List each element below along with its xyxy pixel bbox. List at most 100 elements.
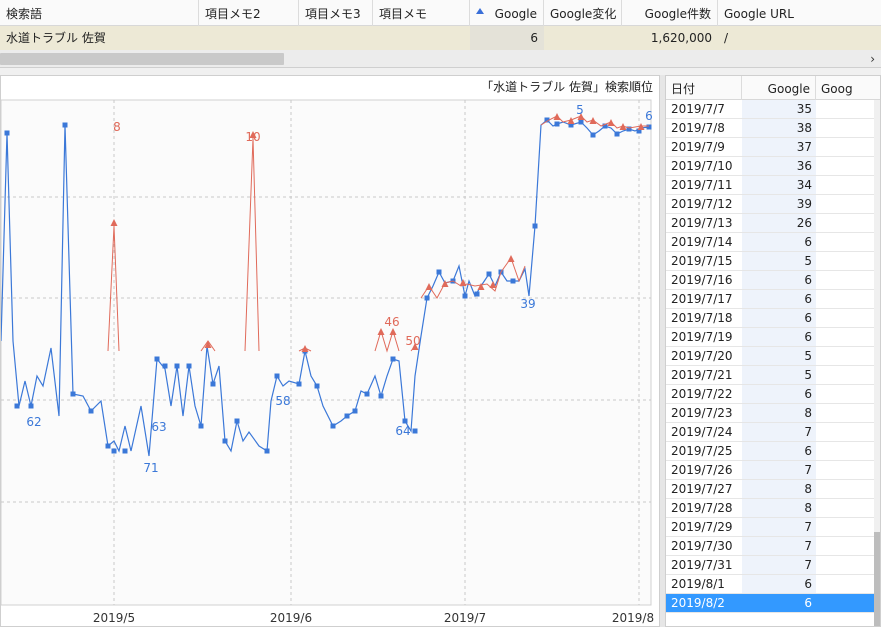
table-row[interactable]: 2019/7/7 35 — [666, 100, 880, 119]
data-point-google — [105, 443, 111, 449]
data-point-google — [222, 438, 228, 444]
table-row[interactable]: 2019/7/24 7 — [666, 423, 880, 442]
data-point-google — [4, 130, 10, 136]
rank-cell: 7 — [742, 518, 816, 536]
date-cell: 2019/7/11 — [671, 178, 733, 192]
rank-chart-panel: 2019/5 2019/6 2019/7 2019/8 62 63 71 58 64 39 5 6 8 1… — [0, 75, 660, 627]
rank-cell: 35 — [742, 100, 816, 118]
table-row[interactable]: 2019/8/2 6 — [666, 594, 880, 613]
date-cell: 2019/7/13 — [671, 216, 733, 230]
plot-area — [1, 99, 652, 606]
data-point-google — [352, 408, 358, 414]
data-label-red: 10 — [245, 130, 260, 144]
data-point-google — [424, 295, 430, 301]
table-row[interactable]: 2019/7/25 6 — [666, 442, 880, 461]
google-rank-cell: 6 — [470, 26, 544, 50]
date-cell: 2019/7/22 — [671, 387, 733, 401]
table-row[interactable]: 2019/7/18 6 — [666, 309, 880, 328]
data-point-google — [462, 293, 468, 299]
data-point-google — [111, 448, 117, 454]
column-header-memo[interactable]: 項目メモ — [373, 0, 470, 26]
column-header-memo2[interactable]: 項目メモ2 — [199, 0, 299, 26]
table-row[interactable]: 2019/7/9 37 — [666, 138, 880, 157]
table-row[interactable]: 2019/8/1 6 — [666, 575, 880, 594]
table-row[interactable]: 2019/7/22 6 — [666, 385, 880, 404]
data-point-google — [28, 403, 34, 409]
column-header-google-change[interactable]: Google変化 — [544, 0, 622, 26]
date-cell: 2019/7/8 — [671, 121, 725, 135]
data-point-google — [122, 448, 128, 454]
data-point-google — [174, 363, 180, 369]
rank-cell: 37 — [742, 138, 816, 156]
table-row[interactable]: 2019/7/11 34 — [666, 176, 880, 195]
table-row[interactable]: 2019/7/20 5 — [666, 347, 880, 366]
rank-cell: 6 — [742, 328, 816, 346]
column-header-google-url[interactable]: Google URL — [718, 0, 881, 26]
chart-title: 「水道トラブル 佐賀」検索順位 — [481, 80, 653, 94]
data-point-google — [344, 413, 350, 419]
data-label-red: 46 — [384, 315, 399, 329]
column-header-keyword[interactable]: 検索語 — [0, 0, 199, 26]
column-header-google-count[interactable]: Google件数 — [622, 0, 718, 26]
table-row[interactable]: 2019/7/13 26 — [666, 214, 880, 233]
table-row[interactable]: 2019/7/23 8 — [666, 404, 880, 423]
rank-cell: 5 — [742, 347, 816, 365]
column-header-google[interactable]: Google — [470, 0, 544, 26]
table-row[interactable]: 2019/7/27 8 — [666, 480, 880, 499]
list-header: 検索語 項目メモ2 項目メモ3 項目メモ Google Google変化 Goo… — [0, 0, 881, 26]
column-header-google-rank[interactable]: Google — [742, 76, 816, 100]
scroll-right-icon[interactable]: › — [870, 50, 875, 68]
horizontal-scrollbar-thumb[interactable] — [0, 53, 284, 65]
x-tick-label: 2019/7 — [444, 611, 486, 625]
date-cell: 2019/7/23 — [671, 406, 733, 420]
history-table: 日付 Google Goog 2019/7/7 35 2019/7/8 38 2019/… — [665, 75, 881, 627]
table-row[interactable]: 2019/7/26 7 — [666, 461, 880, 480]
data-point-google — [88, 408, 94, 414]
table-row[interactable]: 2019/7/28 8 — [666, 499, 880, 518]
data-point-google — [486, 271, 492, 277]
rank-cell: 6 — [742, 442, 816, 460]
column-header-memo3[interactable]: 項目メモ3 — [299, 0, 373, 26]
table-row[interactable]: 2019/7/15 5 — [666, 252, 880, 271]
vertical-scrollbar-thumb[interactable] — [874, 532, 880, 626]
table-row[interactable]: 2019/7/21 5 — [666, 366, 880, 385]
data-point-google — [274, 373, 280, 379]
history-table-header: 日付 Google Goog — [666, 76, 880, 100]
horizontal-scrollbar[interactable]: › — [0, 50, 881, 68]
data-point-google — [364, 391, 370, 397]
x-tick-label: 2019/8 — [612, 611, 654, 625]
table-row[interactable]: 2019/7/31 7 — [666, 556, 880, 575]
rank-cell: 26 — [742, 214, 816, 232]
table-row[interactable]: 2019/7/29 7 — [666, 518, 880, 537]
table-row[interactable]: 2019/7/19 6 — [666, 328, 880, 347]
data-point-google — [314, 383, 320, 389]
rank-cell: 7 — [742, 537, 816, 555]
column-header-date[interactable]: 日付 — [666, 76, 742, 100]
date-cell: 2019/7/24 — [671, 425, 733, 439]
rank-cell: 8 — [742, 480, 816, 498]
table-row[interactable]: 2019/7/12 39 — [666, 195, 880, 214]
table-row[interactable]: 2019/7/8 38 — [666, 119, 880, 138]
data-label-google: 58 — [275, 394, 290, 408]
date-cell: 2019/7/31 — [671, 558, 733, 572]
rank-cell: 6 — [742, 385, 816, 403]
rank-cell: 6 — [742, 271, 816, 289]
vertical-scrollbar[interactable] — [874, 100, 880, 626]
data-label-google: 71 — [143, 461, 158, 475]
data-point-google — [264, 448, 270, 454]
table-row[interactable]: 2019/7/30 7 — [666, 537, 880, 556]
data-point-google — [378, 393, 384, 399]
data-point-google — [590, 132, 596, 138]
table-row[interactable]: 2019/7/10 36 — [666, 157, 880, 176]
google-count-cell: 1,620,000 — [650, 31, 712, 45]
table-row[interactable]: 2019/7/14 6 — [666, 233, 880, 252]
date-cell: 2019/7/27 — [671, 482, 733, 496]
date-cell: 2019/7/26 — [671, 463, 733, 477]
keyword-row[interactable]: 水道トラブル 佐賀 6 1,620,000 / — [0, 26, 881, 50]
table-row[interactable]: 2019/7/17 6 — [666, 290, 880, 309]
rank-cell: 5 — [742, 366, 816, 384]
table-row[interactable]: 2019/7/16 6 — [666, 271, 880, 290]
date-cell: 2019/7/17 — [671, 292, 733, 306]
rank-cell: 7 — [742, 461, 816, 479]
column-header-google-extra[interactable]: Goog — [816, 76, 880, 100]
